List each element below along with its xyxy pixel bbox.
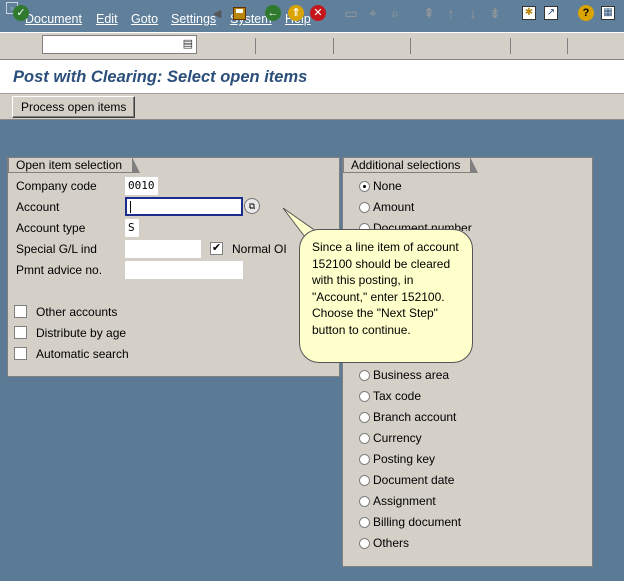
back-button[interactable]: ← bbox=[264, 4, 282, 22]
radio-label: Branch account bbox=[373, 410, 457, 424]
company-code-field[interactable]: 0010 bbox=[125, 177, 158, 195]
radio-currency[interactable] bbox=[359, 433, 370, 444]
radio-label: Currency bbox=[373, 431, 422, 445]
radio-posting-key[interactable] bbox=[359, 454, 370, 465]
back-arrow-icon[interactable]: ◀ bbox=[208, 4, 226, 22]
title-bar: Post with Clearing: Select open items bbox=[0, 60, 624, 94]
radio-label: Others bbox=[373, 536, 410, 550]
find-icon: ⌖ bbox=[369, 5, 377, 21]
radio-label: Posting key bbox=[373, 452, 436, 466]
command-field[interactable]: ▤ bbox=[42, 35, 197, 54]
menu-edit[interactable]: Edit bbox=[96, 12, 118, 26]
radio-label: Business area bbox=[373, 368, 450, 382]
help-icon: ? bbox=[578, 5, 594, 21]
radio-document-date[interactable] bbox=[359, 475, 370, 486]
shortcut-icon: ↗ bbox=[544, 6, 558, 20]
distribute-by-age-label: Distribute by age bbox=[36, 326, 127, 340]
shortcut-button[interactable]: ↗ bbox=[542, 4, 560, 22]
other-accounts-checkbox[interactable] bbox=[14, 305, 27, 318]
group-title: Open item selection bbox=[8, 157, 141, 173]
radio-label: Billing document bbox=[373, 515, 462, 529]
create-session-icon: ✱ bbox=[522, 6, 536, 20]
radio-billing-document[interactable] bbox=[359, 517, 370, 528]
previous-page-icon: ↑ bbox=[447, 5, 455, 21]
checkmark-icon: ✓ bbox=[13, 5, 29, 21]
automatic-search-label: Automatic search bbox=[36, 347, 129, 361]
company-code-label: Company code bbox=[16, 179, 97, 193]
enter-button[interactable]: ✓ bbox=[12, 4, 30, 22]
layout-menu-icon: ▦ bbox=[601, 6, 615, 20]
first-page-icon: ⇞ bbox=[423, 5, 435, 21]
find-next-icon: ⌕ bbox=[391, 5, 399, 21]
radio-label: Assignment bbox=[373, 494, 436, 508]
cancel-icon: ✕ bbox=[310, 5, 326, 21]
menu-goto[interactable]: Goto bbox=[131, 12, 158, 26]
radio-none[interactable] bbox=[359, 181, 370, 192]
radio-others[interactable] bbox=[359, 538, 370, 549]
last-page-icon: ⇟ bbox=[489, 5, 501, 21]
help-button[interactable]: ? bbox=[577, 4, 595, 22]
radio-branch-account[interactable] bbox=[359, 412, 370, 423]
radio-label: Tax code bbox=[373, 389, 422, 403]
account-type-field[interactable]: S bbox=[125, 219, 139, 237]
save-icon bbox=[232, 6, 246, 20]
save-button[interactable] bbox=[230, 4, 248, 22]
text-cursor bbox=[130, 201, 131, 213]
normal-oi-checkbox[interactable]: ✔ bbox=[210, 242, 223, 255]
radio-business-area[interactable] bbox=[359, 370, 370, 381]
back-icon: ← bbox=[265, 5, 281, 21]
special-gl-field[interactable] bbox=[125, 240, 201, 258]
normal-oi-label: Normal OI bbox=[232, 242, 287, 256]
distribute-by-age-checkbox[interactable] bbox=[14, 326, 27, 339]
create-session-button[interactable]: ✱ bbox=[520, 4, 538, 22]
other-accounts-label: Other accounts bbox=[36, 305, 118, 319]
radio-label: None bbox=[373, 179, 402, 193]
pmnt-advice-field[interactable] bbox=[125, 261, 243, 279]
account-label: Account bbox=[16, 200, 60, 214]
account-field[interactable] bbox=[125, 197, 243, 216]
cancel-button[interactable]: ✕ bbox=[309, 4, 327, 22]
process-open-items-button[interactable]: Process open items bbox=[12, 96, 136, 118]
group-title: Additional selections bbox=[343, 157, 479, 173]
pmnt-advice-label: Pmnt advice no. bbox=[16, 263, 103, 277]
radio-tax-code[interactable] bbox=[359, 391, 370, 402]
menu-document[interactable]: Document bbox=[25, 12, 82, 26]
automatic-search-checkbox[interactable] bbox=[14, 347, 27, 360]
command-history-icon[interactable]: ▤ bbox=[183, 37, 193, 50]
exit-icon: ⇑ bbox=[288, 5, 304, 21]
special-gl-label: Special G/L ind bbox=[16, 242, 97, 256]
radio-assignment[interactable] bbox=[359, 496, 370, 507]
search-help-icon[interactable]: ⧉ bbox=[244, 198, 260, 214]
radio-amount[interactable] bbox=[359, 202, 370, 213]
print-icon: ▭ bbox=[344, 5, 358, 21]
account-type-label: Account type bbox=[16, 221, 86, 235]
exit-button[interactable]: ⇑ bbox=[287, 4, 305, 22]
radio-label: Amount bbox=[373, 200, 415, 214]
instruction-callout: Since a line item of account 152100 shou… bbox=[299, 229, 473, 363]
next-page-icon: ↓ bbox=[469, 5, 477, 21]
layout-menu-button[interactable]: ▦ bbox=[599, 4, 617, 22]
page-title: Post with Clearing: Select open items bbox=[13, 68, 308, 86]
radio-label: Document date bbox=[373, 473, 455, 487]
